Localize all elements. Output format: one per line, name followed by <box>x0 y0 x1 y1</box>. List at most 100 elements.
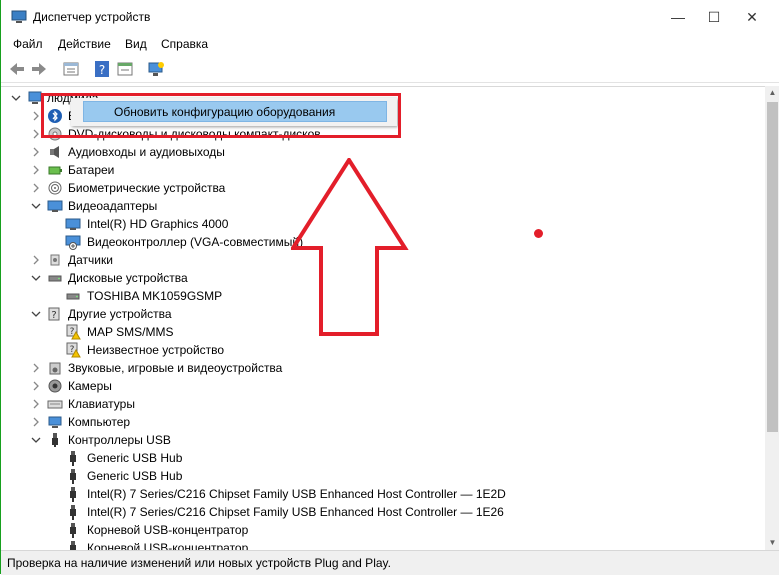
chevron-right-icon[interactable] <box>31 381 41 391</box>
tree-item[interactable]: ? Неизвестное устройство <box>1 341 741 359</box>
tree-item-label: Generic USB Hub <box>87 451 183 465</box>
unknown-device-icon: ? <box>48 307 60 321</box>
unknown-device-warning-icon: ? <box>66 324 81 340</box>
tree-item-label: Intel(R) HD Graphics 4000 <box>87 217 229 231</box>
tree-item-label: Корневой USB-концентратор <box>87 523 249 537</box>
chevron-right-icon[interactable] <box>31 183 41 193</box>
close-button[interactable]: ✕ <box>737 4 767 30</box>
device-manager-window: Диспетчер устройств — ☐ ✕ Файл Действие … <box>0 0 779 575</box>
tree-item-label: Дисковые устройства <box>68 271 188 285</box>
svg-text:?: ? <box>99 63 105 77</box>
tree-item[interactable]: Корневой USB-концентратор <box>1 521 741 539</box>
tree-item-label: MAP SMS/MMS <box>87 325 174 339</box>
action-pane-icon[interactable] <box>116 60 134 78</box>
menu-action[interactable]: Действие <box>58 37 111 51</box>
chevron-down-icon[interactable] <box>31 273 41 283</box>
usb-plug-icon <box>70 469 76 484</box>
tree-item-label: Камеры <box>68 379 112 393</box>
highlight-box <box>41 93 401 138</box>
sensor-icon <box>50 254 60 266</box>
tree-item-label: Компьютер <box>68 415 131 429</box>
window-title: Диспетчер устройств <box>33 10 151 24</box>
tree-item-label: TOSHIBA MK1059GSMP <box>87 289 223 303</box>
tree-item[interactable]: Intel(R) 7 Series/C216 Chipset Family US… <box>1 503 741 521</box>
scroll-thumb[interactable] <box>767 102 778 432</box>
disk-icon <box>48 275 62 282</box>
chevron-right-icon[interactable] <box>31 147 41 157</box>
tree-item[interactable]: Звуковые, игровые и видеоустройства <box>1 359 741 377</box>
tree-item-label: Батареи <box>68 163 115 177</box>
scroll-up-arrow-icon[interactable]: ▲ <box>765 86 779 100</box>
speaker-icon <box>49 362 61 375</box>
status-bar: Проверка на наличие изменений или новых … <box>1 550 779 575</box>
menu-file[interactable]: Файл <box>13 37 43 51</box>
tree-item-label: Видеоадаптеры <box>68 199 158 213</box>
help-icon[interactable]: ? <box>93 60 111 78</box>
chevron-right-icon[interactable] <box>31 111 41 121</box>
tree-item[interactable]: Generic USB Hub <box>1 467 741 485</box>
chevron-right-icon[interactable] <box>31 165 41 175</box>
tree-item-label: Контроллеры USB <box>68 433 171 447</box>
tree-item-label: Датчики <box>68 253 113 267</box>
usb-plug-icon <box>70 523 76 538</box>
chevron-right-icon[interactable] <box>31 417 41 427</box>
pointer-up-arrow-icon <box>291 158 409 336</box>
toolbar: ? <box>1 56 779 83</box>
menu-view[interactable]: Вид <box>125 37 147 51</box>
tree-item-label: Биометрические устройства <box>68 181 226 195</box>
tree-item[interactable]: Intel(R) 7 Series/C216 Chipset Family US… <box>1 485 741 503</box>
svg-text:?: ? <box>51 310 56 321</box>
disk-icon <box>66 293 80 300</box>
properties-icon[interactable] <box>62 60 80 78</box>
camera-icon <box>48 379 62 393</box>
tree-item[interactable]: Контроллеры USB <box>1 431 741 449</box>
usb-plug-icon <box>70 487 76 502</box>
maximize-button[interactable]: ☐ <box>699 4 729 30</box>
device-manager-app-icon <box>11 10 27 23</box>
forward-arrow-icon[interactable] <box>30 60 48 78</box>
tree-item[interactable]: Камеры <box>1 377 741 395</box>
fingerprint-icon <box>48 181 62 195</box>
tree-item[interactable]: Generic USB Hub <box>1 449 741 467</box>
usb-plug-icon <box>70 451 76 466</box>
display-adapter-icon <box>47 200 63 212</box>
tree-item-label: Звуковые, игровые и видеоустройства <box>68 361 283 375</box>
tree-item-label: Intel(R) 7 Series/C216 Chipset Family US… <box>87 487 506 501</box>
tree-item[interactable]: Клавиатуры <box>1 395 741 413</box>
back-arrow-icon[interactable] <box>8 60 26 78</box>
display-adapter-icon <box>65 218 81 230</box>
chevron-right-icon[interactable] <box>31 363 41 373</box>
menu-bar: Файл Действие Вид Справка <box>1 34 779 54</box>
display-adapter-warning-icon <box>65 235 81 250</box>
chevron-down-icon[interactable] <box>31 201 41 211</box>
chevron-right-icon[interactable] <box>31 399 41 409</box>
tree-item-label: Intel(R) 7 Series/C216 Chipset Family US… <box>87 505 504 519</box>
tree-item-label: Другие устройства <box>68 307 172 321</box>
tree-item-label: Видеоконтроллер (VGA-совместимый) <box>87 235 304 249</box>
menu-help[interactable]: Справка <box>161 37 208 51</box>
vertical-scrollbar[interactable]: ▲ ▼ <box>765 86 779 550</box>
red-dot-marker <box>534 229 543 238</box>
usb-plug-icon <box>70 505 76 520</box>
audio-icon <box>50 146 59 158</box>
chevron-down-icon[interactable] <box>11 93 21 103</box>
title-bar: Диспетчер устройств — ☐ ✕ <box>1 0 779 34</box>
minimize-button[interactable]: — <box>663 4 693 30</box>
usb-icon <box>52 433 58 447</box>
computer-icon <box>48 416 62 428</box>
tree-item-label: Generic USB Hub <box>87 469 183 483</box>
tree-item[interactable]: Компьютер <box>1 413 741 431</box>
scan-hardware-icon[interactable] <box>147 60 165 78</box>
keyboard-icon <box>47 400 63 409</box>
scroll-down-arrow-icon[interactable]: ▼ <box>765 536 779 550</box>
chevron-down-icon[interactable] <box>31 309 41 319</box>
tree-item-label: Аудиовходы и аудиовыходы <box>68 145 225 159</box>
chevron-right-icon[interactable] <box>31 129 41 139</box>
tree-item-label: Клавиатуры <box>68 397 135 411</box>
battery-icon <box>48 166 62 175</box>
status-text: Проверка на наличие изменений или новых … <box>7 556 391 570</box>
chevron-down-icon[interactable] <box>31 435 41 445</box>
chevron-right-icon[interactable] <box>31 255 41 265</box>
unknown-device-warning-icon: ? <box>66 342 81 358</box>
tree-item-label: Неизвестное устройство <box>87 343 225 357</box>
